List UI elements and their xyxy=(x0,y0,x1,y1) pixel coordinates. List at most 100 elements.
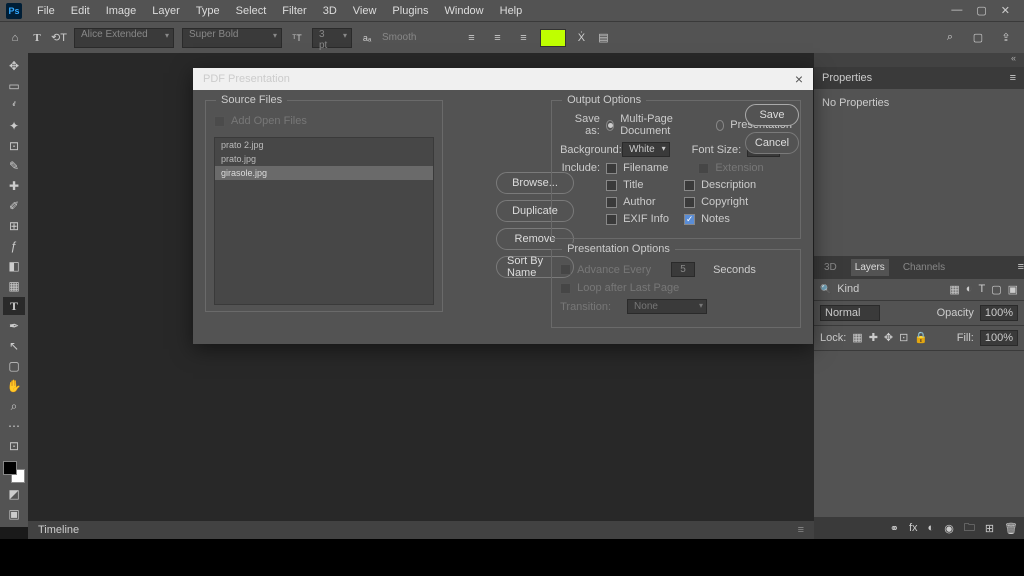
align-center-icon[interactable]: ≡ xyxy=(488,29,506,47)
timeline-menu-icon[interactable]: ≡ xyxy=(798,524,804,536)
crop-tool[interactable]: ⊡ xyxy=(3,137,25,155)
menu-image[interactable]: Image xyxy=(99,3,144,19)
close-icon[interactable]: ✕ xyxy=(1001,4,1010,17)
move-tool[interactable]: ✥ xyxy=(3,57,25,75)
lock-pos-icon[interactable]: ✚ xyxy=(869,331,878,344)
aa-select[interactable]: Smooth xyxy=(382,32,416,43)
source-file-list[interactable]: prato 2.jpg prato.jpg girasole.jpg xyxy=(214,137,434,305)
edit-toolbar[interactable]: ⊡ xyxy=(3,437,25,455)
panel-menu-icon[interactable]: ≡ xyxy=(1018,261,1024,273)
font-size-select[interactable]: 3 pt xyxy=(312,28,352,48)
properties-panel-header[interactable]: Properties ≡ xyxy=(814,67,1024,89)
marquee-tool[interactable]: ▭ xyxy=(3,77,25,95)
trash-icon[interactable]: 🗑 xyxy=(1004,522,1018,535)
new-icon[interactable]: ⊞ xyxy=(985,522,994,535)
share-icon[interactable]: ⇪ xyxy=(999,31,1013,45)
menu-help[interactable]: Help xyxy=(493,3,530,19)
wand-tool[interactable]: ✦ xyxy=(3,117,25,135)
author-checkbox[interactable] xyxy=(606,197,617,208)
tab-3d[interactable]: 3D xyxy=(820,259,841,276)
brush-tool[interactable]: ✐ xyxy=(3,197,25,215)
text-orientation-icon[interactable]: ⟲T xyxy=(52,31,66,45)
filter-pixel-icon[interactable]: ▦ xyxy=(949,283,959,296)
eraser-tool[interactable]: ◧ xyxy=(3,257,25,275)
filter-type-icon[interactable]: T xyxy=(978,283,985,295)
timeline-panel[interactable]: Timeline ≡ xyxy=(28,521,814,539)
title-checkbox[interactable] xyxy=(606,180,617,191)
menu-edit[interactable]: Edit xyxy=(64,3,97,19)
path-tool[interactable]: ↖ xyxy=(3,337,25,355)
save-button[interactable]: Save xyxy=(745,104,799,126)
menu-view[interactable]: View xyxy=(346,3,384,19)
align-left-icon[interactable]: ≡ xyxy=(462,29,480,47)
quickmask-icon[interactable]: ◩ xyxy=(3,485,25,503)
pen-tool[interactable]: ✒ xyxy=(3,317,25,335)
adj-icon[interactable]: ◉ xyxy=(944,522,954,535)
char-panel-icon[interactable]: ▤ xyxy=(596,31,610,45)
filter-adj-icon[interactable]: ◐ xyxy=(966,283,973,295)
font-family-select[interactable]: Alice Extended xyxy=(74,28,174,48)
lock-pix-icon[interactable]: ✥ xyxy=(884,331,893,344)
mask-icon[interactable]: ◐ xyxy=(928,522,935,534)
healing-tool[interactable]: ✚ xyxy=(3,177,25,195)
tab-layers[interactable]: Layers xyxy=(851,259,889,276)
background-select[interactable]: White xyxy=(622,142,670,157)
multipage-radio[interactable] xyxy=(606,120,614,131)
copyright-checkbox[interactable] xyxy=(684,197,695,208)
menu-file[interactable]: File xyxy=(30,3,62,19)
font-weight-select[interactable]: Super Bold xyxy=(182,28,282,48)
menu-plugins[interactable]: Plugins xyxy=(385,3,435,19)
file-item[interactable]: prato 2.jpg xyxy=(215,138,433,152)
notes-checkbox[interactable] xyxy=(684,214,695,225)
blend-mode-select[interactable]: Normal xyxy=(820,305,880,321)
align-right-icon[interactable]: ≡ xyxy=(514,29,532,47)
lock-nest-icon[interactable]: ⊡ xyxy=(899,331,908,344)
tab-channels[interactable]: Channels xyxy=(899,259,949,276)
file-item[interactable]: girasole.jpg xyxy=(215,166,433,180)
shape-tool[interactable]: ▢ xyxy=(3,357,25,375)
file-item[interactable]: prato.jpg xyxy=(215,152,433,166)
group-icon[interactable]: 🗀 xyxy=(964,519,975,538)
lock-all-icon[interactable]: ▦ xyxy=(852,331,862,344)
lock-icon[interactable]: 🔒 xyxy=(914,331,928,344)
workspaces-icon[interactable]: ▢ xyxy=(971,31,985,45)
minimize-icon[interactable]: — xyxy=(951,4,962,17)
history-tool[interactable]: ƒ xyxy=(3,237,25,255)
screenmode-icon[interactable]: ▣ xyxy=(3,505,25,523)
menu-filter[interactable]: Filter xyxy=(275,3,313,19)
home-icon[interactable]: ⌂ xyxy=(8,31,22,45)
type-tool[interactable]: T xyxy=(3,297,25,315)
dialog-close-icon[interactable]: × xyxy=(795,71,803,87)
gradient-tool[interactable]: ▦ xyxy=(3,277,25,295)
hand-tool[interactable]: ✋ xyxy=(3,377,25,395)
description-checkbox[interactable] xyxy=(684,180,695,191)
menu-type[interactable]: Type xyxy=(189,3,227,19)
link-icon[interactable]: ⚭ xyxy=(890,522,899,535)
filter-smart-icon[interactable]: ▣ xyxy=(1008,283,1018,296)
menu-select[interactable]: Select xyxy=(229,3,274,19)
cancel-button[interactable]: Cancel xyxy=(745,132,799,154)
kind-label: Kind xyxy=(837,283,859,295)
menu-layer[interactable]: Layer xyxy=(145,3,187,19)
panel-menu-icon[interactable]: ≡ xyxy=(1010,72,1016,84)
color-wells[interactable] xyxy=(3,461,25,483)
panel-collapse-icon[interactable]: « xyxy=(814,53,1024,67)
filename-checkbox[interactable] xyxy=(606,163,617,174)
presentation-radio[interactable] xyxy=(716,120,724,131)
fx-icon[interactable]: fx xyxy=(909,522,918,534)
exif-checkbox[interactable] xyxy=(606,214,617,225)
search-icon[interactable]: ⌕ xyxy=(943,31,957,45)
eyedropper-tool[interactable]: ✎ xyxy=(3,157,25,175)
maximize-icon[interactable]: ▢ xyxy=(976,4,986,17)
fill-input[interactable]: 100% xyxy=(980,330,1018,346)
stamp-tool[interactable]: ⊞ xyxy=(3,217,25,235)
more-tool[interactable]: ⋯ xyxy=(3,417,25,435)
filter-shape-icon[interactable]: ▢ xyxy=(991,283,1001,296)
zoom-tool[interactable]: ⌕ xyxy=(3,397,25,415)
warp-text-icon[interactable]: Ẋ xyxy=(574,31,588,45)
opacity-input[interactable]: 100% xyxy=(980,305,1018,321)
lasso-tool[interactable]: ᔊ xyxy=(3,97,25,115)
menu-window[interactable]: Window xyxy=(438,3,491,19)
text-color-swatch[interactable] xyxy=(540,29,566,47)
menu-3d[interactable]: 3D xyxy=(316,3,344,19)
